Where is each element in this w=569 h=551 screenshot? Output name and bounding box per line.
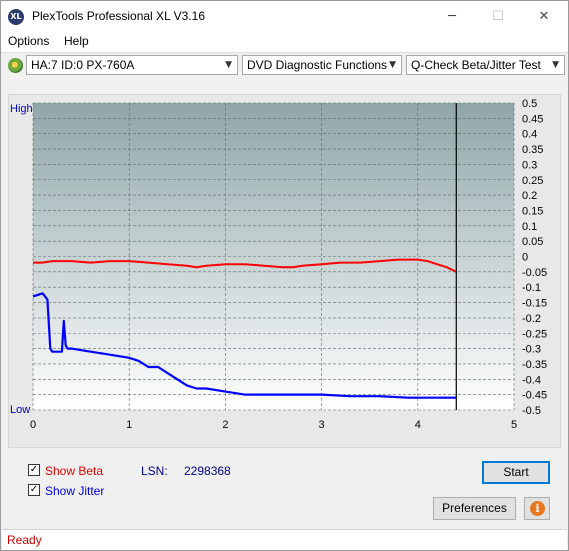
y-tick-label: -0.25 [522, 328, 547, 340]
chevron-down-icon: ▼ [552, 60, 559, 70]
y-tick-label: 0.05 [522, 236, 543, 248]
chevron-down-icon: ▼ [389, 60, 396, 70]
x-tick-label: 2 [222, 419, 228, 431]
title-bar: XL PlexTools Professional XL V3.16 ─ ☐ ✕ [1, 1, 568, 32]
show-beta-checkbox[interactable]: ✓ [28, 464, 40, 476]
minimize-button[interactable]: ─ [429, 1, 475, 32]
x-tick-label: 5 [511, 419, 517, 431]
y-tick-label: 0.2 [522, 190, 537, 202]
status-text: Ready [7, 533, 42, 547]
test-select-value: Q-Check Beta/Jitter Test [411, 58, 541, 72]
y-tick-label: 0.1 [522, 221, 537, 233]
window-title: PlexTools Professional XL V3.16 [32, 9, 205, 23]
lsn-value: 2298368 [184, 464, 231, 478]
disc-drive-icon [8, 58, 23, 73]
menu-help-label: Help [64, 34, 89, 48]
menu-help[interactable]: Help [64, 34, 89, 48]
y-tick-label: 0.45 [522, 113, 543, 125]
y-tick-label: -0.3 [522, 344, 541, 356]
menu-options-label: Options [8, 34, 50, 48]
preferences-button[interactable]: Preferences [433, 497, 516, 520]
y-tick-label: -0.5 [522, 405, 541, 417]
plextools-logo-icon: XL [8, 9, 24, 25]
drive-select[interactable]: HA:7 ID:0 PX-760A ▼ [26, 55, 238, 75]
y-tick-label: -0.45 [522, 390, 547, 402]
toolbar: HA:7 ID:0 PX-760A ▼ DVD Diagnostic Funct… [1, 53, 568, 79]
y-tick-label: -0.15 [522, 298, 547, 310]
y-tick-label: 0.3 [522, 159, 537, 171]
start-button[interactable]: Start [482, 461, 550, 484]
close-button[interactable]: ✕ [521, 1, 567, 32]
status-bar: Ready [2, 529, 567, 550]
beta-jitter-chart: 0.5 0.45 0.4 0.35 0.3 0.25 0.2 0.15 0.1 0.05 0 -0.0… [10, 98, 547, 431]
chart-panel: 0.5 0.45 0.4 0.35 0.3 0.25 0.2 0.15 0.1 0.05 0 -0.0… [8, 94, 561, 448]
app-window: XL PlexTools Professional XL V3.16 ─ ☐ ✕… [0, 0, 569, 551]
maximize-button[interactable]: ☐ [475, 1, 521, 32]
show-jitter-label[interactable]: Show Jitter [45, 484, 104, 498]
x-tick-label: 0 [30, 419, 36, 431]
x-tick-label: 1 [126, 419, 132, 431]
info-button[interactable]: i [524, 497, 550, 520]
menu-options[interactable]: Options [8, 34, 49, 48]
menu-bar: Options Help [1, 32, 568, 53]
chevron-down-icon: ▼ [225, 60, 232, 70]
x-tick-label: 4 [415, 419, 421, 431]
y-tick-label: 0.4 [522, 129, 537, 141]
y-tick-label: -0.4 [522, 374, 541, 386]
info-icon: i [530, 501, 545, 516]
x-tick-label: 3 [319, 419, 325, 431]
drive-select-value: HA:7 ID:0 PX-760A [31, 58, 135, 72]
y-low-label: Low [10, 404, 30, 416]
test-select[interactable]: Q-Check Beta/Jitter Test ▼ [406, 55, 565, 75]
y-tick-label: -0.35 [522, 359, 547, 371]
y-tick-label: -0.05 [522, 267, 547, 279]
y-tick-label: 0.5 [522, 98, 537, 110]
y-tick-label: 0 [522, 252, 528, 264]
y-tick-label: 0.15 [522, 205, 543, 217]
y-tick-label: 0.35 [522, 144, 543, 156]
show-jitter-checkbox[interactable]: ✓ [28, 484, 40, 496]
y-tick-label: -0.1 [522, 282, 541, 294]
function-select[interactable]: DVD Diagnostic Functions ▼ [242, 55, 402, 75]
y-tick-label: -0.2 [522, 313, 541, 325]
y-high-label: High [10, 103, 33, 115]
function-select-value: DVD Diagnostic Functions [247, 58, 388, 72]
y-tick-label: 0.25 [522, 175, 543, 187]
lsn-label: LSN: [141, 464, 168, 478]
show-beta-label[interactable]: Show Beta [45, 464, 103, 478]
